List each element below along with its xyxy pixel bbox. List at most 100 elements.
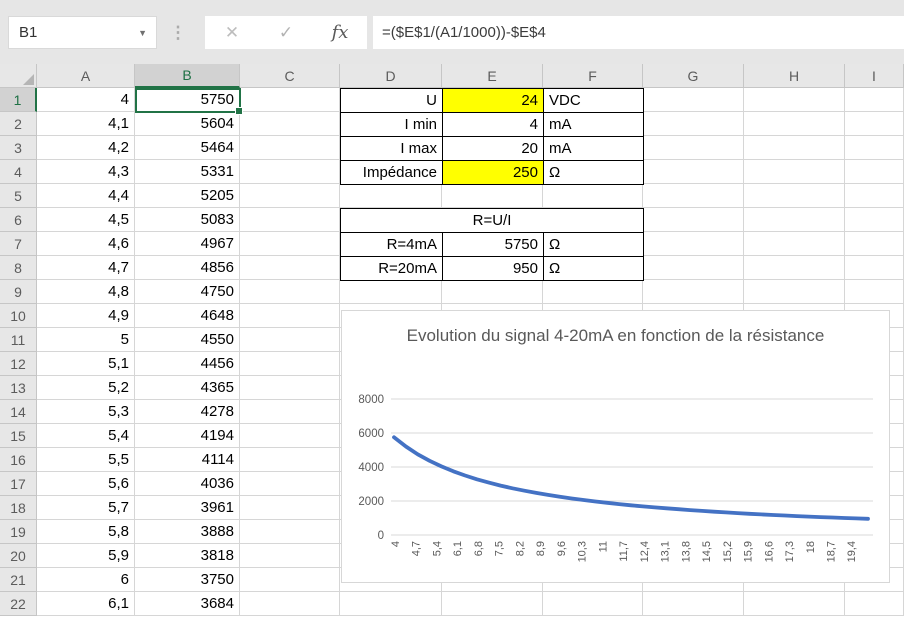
cell-G4[interactable] (643, 160, 744, 184)
cell-G7[interactable] (643, 232, 744, 256)
cell-B16[interactable]: 4114 (135, 448, 240, 472)
cell-B21[interactable]: 3750 (135, 568, 240, 592)
cell-A22[interactable]: 6,1 (37, 592, 135, 616)
insert-function-icon[interactable]: fx (313, 22, 367, 43)
cell-H5[interactable] (744, 184, 845, 208)
cell-A4[interactable]: 4,3 (37, 160, 135, 184)
cell-G22[interactable] (643, 592, 744, 616)
cell-C8[interactable] (240, 256, 340, 280)
cell-D22[interactable] (340, 592, 442, 616)
cell-E22[interactable] (442, 592, 543, 616)
cell-A15[interactable]: 5,4 (37, 424, 135, 448)
cell-C3[interactable] (240, 136, 340, 160)
formula-input[interactable]: =($E$1/(A1/1000))-$E$4 (373, 16, 904, 49)
cell-F9[interactable] (543, 280, 643, 304)
cell-A11[interactable]: 5 (37, 328, 135, 352)
cell-G2[interactable] (643, 112, 744, 136)
params-value-2[interactable]: 4 (442, 112, 544, 137)
row-header-21[interactable]: 21 (0, 568, 37, 592)
calc-value-1[interactable]: 5750 (442, 232, 544, 257)
cell-A13[interactable]: 5,2 (37, 376, 135, 400)
cell-H2[interactable] (744, 112, 845, 136)
cell-I1[interactable] (845, 88, 904, 112)
cell-I6[interactable] (845, 208, 904, 232)
row-header-2[interactable]: 2 (0, 112, 37, 136)
cell-C12[interactable] (240, 352, 340, 376)
cell-I4[interactable] (845, 160, 904, 184)
column-header-E[interactable]: E (442, 64, 543, 88)
params-unit-2[interactable]: mA (543, 112, 644, 137)
row-header-5[interactable]: 5 (0, 184, 37, 208)
params-value-1[interactable]: 24 (442, 88, 544, 113)
name-box[interactable]: B1 ▼ (8, 16, 157, 49)
cell-A16[interactable]: 5,5 (37, 448, 135, 472)
cell-B8[interactable]: 4856 (135, 256, 240, 280)
cell-B20[interactable]: 3818 (135, 544, 240, 568)
params-label-3[interactable]: I max (340, 136, 443, 161)
row-header-20[interactable]: 20 (0, 544, 37, 568)
cell-C2[interactable] (240, 112, 340, 136)
cell-B5[interactable]: 5205 (135, 184, 240, 208)
cell-B1[interactable]: 5750 (135, 88, 240, 112)
cell-I7[interactable] (845, 232, 904, 256)
cell-C6[interactable] (240, 208, 340, 232)
cell-H1[interactable] (744, 88, 845, 112)
cell-I5[interactable] (845, 184, 904, 208)
cell-H3[interactable] (744, 136, 845, 160)
calc-label-1[interactable]: R=4mA (340, 232, 443, 257)
row-header-17[interactable]: 17 (0, 472, 37, 496)
params-value-3[interactable]: 20 (442, 136, 544, 161)
cell-B17[interactable]: 4036 (135, 472, 240, 496)
row-header-7[interactable]: 7 (0, 232, 37, 256)
cell-C7[interactable] (240, 232, 340, 256)
cell-C1[interactable] (240, 88, 340, 112)
cell-G3[interactable] (643, 136, 744, 160)
cell-H9[interactable] (744, 280, 845, 304)
cell-H7[interactable] (744, 232, 845, 256)
cell-A3[interactable]: 4,2 (37, 136, 135, 160)
params-unit-1[interactable]: VDC (543, 88, 644, 113)
cell-C14[interactable] (240, 400, 340, 424)
cell-A19[interactable]: 5,8 (37, 520, 135, 544)
calc-table-header[interactable]: R=U/I (340, 208, 644, 233)
cell-B15[interactable]: 4194 (135, 424, 240, 448)
cell-B19[interactable]: 3888 (135, 520, 240, 544)
row-header-22[interactable]: 22 (0, 592, 37, 616)
row-header-3[interactable]: 3 (0, 136, 37, 160)
cell-C15[interactable] (240, 424, 340, 448)
cell-B22[interactable]: 3684 (135, 592, 240, 616)
cell-A14[interactable]: 5,3 (37, 400, 135, 424)
chart-data-series-line[interactable] (392, 435, 870, 521)
cell-B3[interactable]: 5464 (135, 136, 240, 160)
cell-A18[interactable]: 5,7 (37, 496, 135, 520)
params-label-4[interactable]: Impédance (340, 160, 443, 185)
cell-D9[interactable] (340, 280, 442, 304)
column-header-B[interactable]: B (135, 64, 240, 88)
cell-B13[interactable]: 4365 (135, 376, 240, 400)
params-label-1[interactable]: U (340, 88, 443, 113)
calc-value-2[interactable]: 950 (442, 256, 544, 281)
cell-H22[interactable] (744, 592, 845, 616)
row-header-13[interactable]: 13 (0, 376, 37, 400)
params-unit-4[interactable]: Ω (543, 160, 644, 185)
cell-B14[interactable]: 4278 (135, 400, 240, 424)
cell-F5[interactable] (543, 184, 643, 208)
cell-A12[interactable]: 5,1 (37, 352, 135, 376)
cell-C22[interactable] (240, 592, 340, 616)
row-header-4[interactable]: 4 (0, 160, 37, 184)
row-header-8[interactable]: 8 (0, 256, 37, 280)
cell-G1[interactable] (643, 88, 744, 112)
cell-E9[interactable] (442, 280, 543, 304)
row-header-14[interactable]: 14 (0, 400, 37, 424)
cell-B4[interactable]: 5331 (135, 160, 240, 184)
row-header-6[interactable]: 6 (0, 208, 37, 232)
cell-A2[interactable]: 4,1 (37, 112, 135, 136)
row-header-18[interactable]: 18 (0, 496, 37, 520)
cell-F22[interactable] (543, 592, 643, 616)
row-header-16[interactable]: 16 (0, 448, 37, 472)
cell-C13[interactable] (240, 376, 340, 400)
column-header-A[interactable]: A (37, 64, 135, 88)
cell-E5[interactable] (442, 184, 543, 208)
cell-B9[interactable]: 4750 (135, 280, 240, 304)
cell-D5[interactable] (340, 184, 442, 208)
